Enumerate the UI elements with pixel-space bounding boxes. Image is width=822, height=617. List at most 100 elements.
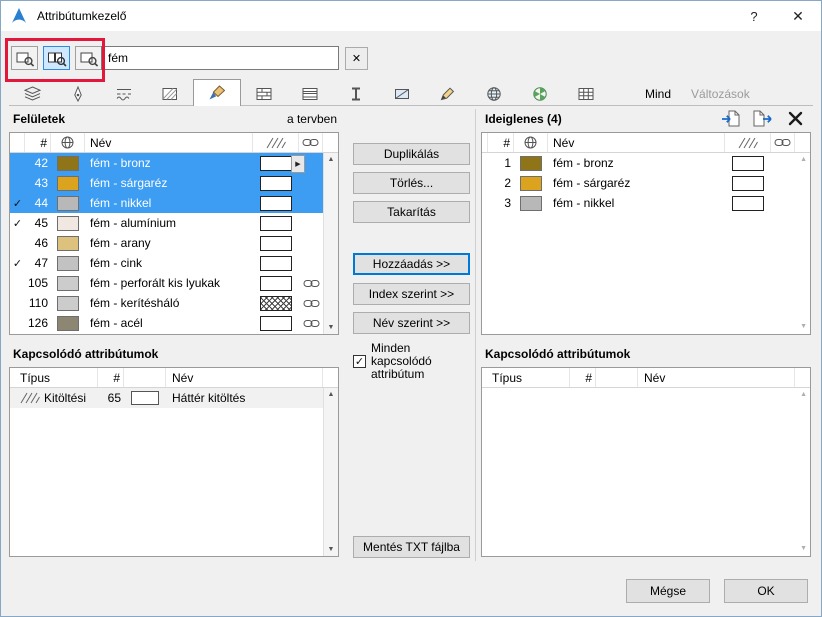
index-column-header: # <box>488 133 514 152</box>
scroll-up-icon[interactable]: ▲ <box>800 391 807 398</box>
surface-name: fém - acél <box>90 316 143 330</box>
temporary-row[interactable]: 2 fém - sárgaréz <box>482 173 795 193</box>
clear-search-button[interactable]: ✕ <box>345 47 368 70</box>
line-types-icon <box>115 86 133 102</box>
window-close-button[interactable]: ✕ <box>777 1 819 31</box>
delete-button[interactable]: Törlés... <box>353 172 470 194</box>
used-checkmark: ✓ <box>12 197 23 210</box>
surface-row[interactable]: 105 fém - perforált kis lyukak <box>10 273 323 293</box>
index-column-header: # <box>25 133 51 152</box>
color-swatch <box>57 315 79 331</box>
type-column-header: Típus <box>10 368 98 387</box>
tab-markup-styles[interactable] <box>425 82 471 105</box>
surface-row[interactable]: ✓ 44 fém - nikkel <box>10 193 323 213</box>
copy-to-temporary-button[interactable] <box>717 105 744 132</box>
related-plan-scrollbar[interactable]: ▲ ▼ <box>323 388 338 556</box>
color-swatch <box>57 255 79 271</box>
scope-label: a tervben <box>286 112 337 126</box>
tab-zone-categories[interactable] <box>379 82 425 105</box>
tab-line-types[interactable] <box>101 82 147 105</box>
archicad-logo-icon <box>9 6 29 26</box>
flyout-arrow-button[interactable]: ▶ <box>291 155 305 173</box>
show-all-types-button[interactable] <box>75 46 102 70</box>
tab-pens[interactable] <box>55 82 101 105</box>
show-used-types-button[interactable] <box>43 46 70 70</box>
search-input[interactable] <box>101 46 339 70</box>
surface-row[interactable]: ✓ 47 fém - cink <box>10 253 323 273</box>
all-related-label: Minden kapcsolódó attribútum <box>371 341 432 381</box>
append-button[interactable]: Hozzáadás >> <box>353 253 470 275</box>
save-txt-button[interactable]: Mentés TXT fájlba <box>353 536 470 558</box>
surface-row[interactable]: 42 fém - bronz ▶ <box>10 153 323 173</box>
texture-link-icon <box>303 298 320 309</box>
tab-operation-profiles[interactable] <box>517 82 563 105</box>
show-selected-type-button[interactable] <box>11 46 38 70</box>
tab-valtozasok[interactable]: Változások <box>681 82 760 105</box>
operation-profiles-icon <box>531 86 549 102</box>
tab-strip: Mind Változások <box>9 79 813 106</box>
panel-divider <box>475 109 476 561</box>
used-checkmark: ✓ <box>12 257 23 270</box>
tab-building-materials[interactable] <box>241 82 287 105</box>
purge-button[interactable]: Takarítás <box>353 201 470 223</box>
scroll-down-icon[interactable]: ▼ <box>800 323 807 330</box>
surface-row[interactable]: ✓ 45 fém - alumínium <box>10 213 323 233</box>
titlebar: Attribútumkezelő ? ✕ <box>1 1 821 31</box>
all-related-checkbox-row[interactable]: ✓ Minden kapcsolódó attribútum <box>353 342 475 381</box>
overwrite-by-index-button[interactable]: Index szerint >> <box>353 283 470 305</box>
temporary-row[interactable]: 3 fém - nikkel <box>482 193 795 213</box>
scroll-up-icon[interactable]: ▲ <box>328 391 335 398</box>
related-temp-header: Típus # Név <box>482 368 810 388</box>
tab-mind[interactable]: Mind <box>635 82 681 105</box>
clear-temporary-button[interactable] <box>782 105 809 132</box>
cancel-button[interactable]: Mégse <box>626 579 710 603</box>
attribute-index: 3 <box>504 196 511 210</box>
surface-row[interactable]: 110 fém - kerítésháló <box>10 293 323 313</box>
surface-row[interactable]: 126 fém - acél <box>10 313 323 333</box>
related-attribute-row[interactable]: Kitöltési 65 Háttér kitöltés <box>10 388 323 408</box>
surface-name: fém - nikkel <box>90 196 152 210</box>
temporary-row[interactable]: 1 fém - bronz <box>482 153 795 173</box>
scroll-down-icon[interactable]: ▼ <box>328 546 335 553</box>
fill-hatch-icon <box>738 137 758 149</box>
surface-name: fém - arany <box>90 236 151 250</box>
name-column-header: Név <box>638 368 795 387</box>
help-button[interactable]: ? <box>733 1 775 31</box>
tab-profiles[interactable] <box>333 82 379 105</box>
fill-preview <box>260 215 292 231</box>
surface-index: 110 <box>28 296 48 310</box>
color-swatch <box>57 235 79 251</box>
fill-preview <box>131 391 159 405</box>
used-checkmark <box>10 293 25 313</box>
surface-row[interactable]: 43 fém - sárgaréz <box>10 173 323 193</box>
scroll-up-icon[interactable]: ▲ <box>800 156 807 163</box>
tab-mep-systems[interactable] <box>563 82 609 105</box>
surface-index: 47 <box>34 256 48 270</box>
ok-button[interactable]: OK <box>724 579 808 603</box>
color-swatch <box>57 275 79 291</box>
surface-index: 126 <box>27 316 48 330</box>
surfaces-panel-title: Felületek <box>13 112 66 126</box>
all-related-checkbox[interactable]: ✓ <box>353 355 366 368</box>
tab-cities[interactable] <box>471 82 517 105</box>
related-type: Kitöltési <box>44 391 87 405</box>
fill-preview <box>260 315 292 331</box>
copy-from-temporary-button[interactable] <box>748 105 775 132</box>
tab-surfaces[interactable] <box>193 79 241 106</box>
fill-preview <box>260 295 292 311</box>
index-column-header: # <box>98 368 124 387</box>
surfaces-scrollbar[interactable]: ▲ ▼ <box>323 153 338 334</box>
surface-row[interactable]: 46 fém - arany <box>10 233 323 253</box>
duplicate-button[interactable]: Duplikálás <box>353 143 470 165</box>
related-plan-header: Típus # Név <box>10 368 338 388</box>
scroll-up-icon[interactable]: ▲ <box>328 156 335 163</box>
tab-composites[interactable] <box>287 82 333 105</box>
scroll-down-icon[interactable]: ▼ <box>328 324 335 331</box>
globe-icon <box>61 136 74 149</box>
overwrite-by-name-button[interactable]: Név szerint >> <box>353 312 470 334</box>
surface-index: 45 <box>34 216 48 230</box>
scroll-down-icon[interactable]: ▼ <box>800 545 807 552</box>
fill-preview <box>260 175 292 191</box>
tab-fill-types[interactable] <box>147 82 193 105</box>
tab-layers[interactable] <box>9 82 55 105</box>
